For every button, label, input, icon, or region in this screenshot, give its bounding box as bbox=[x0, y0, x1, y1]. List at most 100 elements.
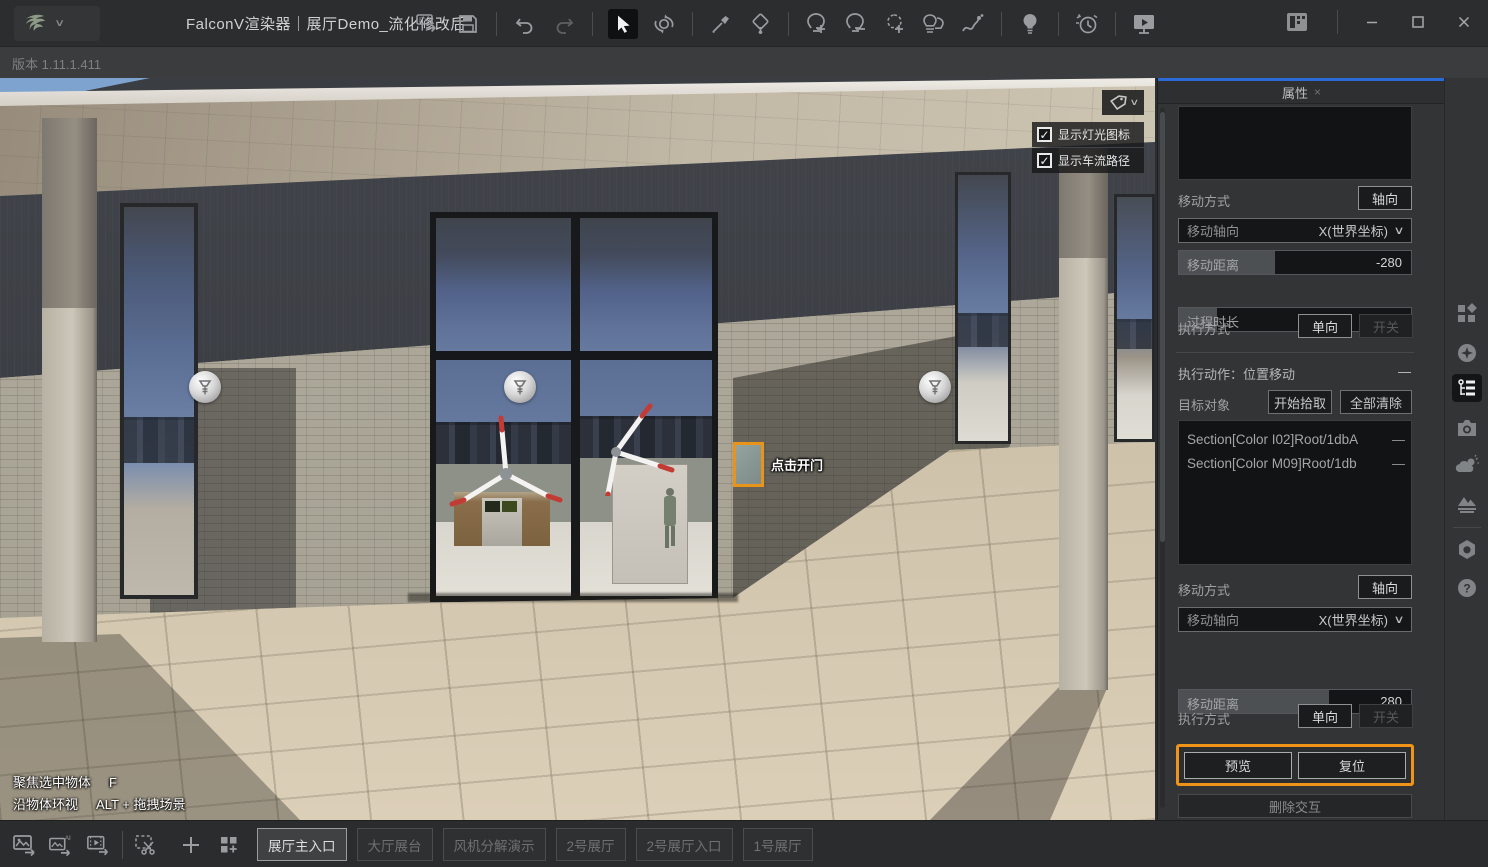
tag-options-button[interactable]: ∨ bbox=[1102, 90, 1144, 115]
light-billboard-icon[interactable] bbox=[504, 371, 536, 403]
scene-window-far-right bbox=[1114, 194, 1155, 442]
target-list-partial[interactable] bbox=[1178, 106, 1412, 180]
redo-icon[interactable] bbox=[551, 11, 577, 37]
checkbox-icon[interactable]: ✓ bbox=[1037, 153, 1052, 168]
view-button-turbine-demo[interactable]: 风机分解演示 bbox=[442, 828, 546, 861]
add-view-icon[interactable] bbox=[178, 832, 204, 858]
paint-icon[interactable] bbox=[747, 11, 773, 37]
remove-target-icon[interactable]: — bbox=[1392, 456, 1405, 471]
scene-person bbox=[662, 488, 678, 548]
terrain-icon[interactable] bbox=[1452, 490, 1482, 518]
version-bar: 版本 1.11.1.411 bbox=[0, 47, 1488, 78]
target-list[interactable]: Section[Color I02]Root/1dbA — Section[Co… bbox=[1178, 420, 1412, 565]
action-section-header: 执行动作：位置移动 bbox=[1178, 367, 1296, 382]
eyedropper-icon[interactable] bbox=[708, 11, 734, 37]
light-billboard-icon[interactable] bbox=[189, 371, 221, 403]
exec-oneway-button[interactable]: 单向 bbox=[1298, 704, 1352, 728]
scene-turbine-model-2 bbox=[605, 403, 675, 496]
exec-oneway-button[interactable]: 单向 bbox=[1298, 314, 1352, 338]
grid-add-icon[interactable] bbox=[216, 832, 242, 858]
preview-reset-group: 预览 复位 bbox=[1176, 744, 1414, 786]
exec-mode-label: 执行方式 bbox=[1178, 322, 1231, 337]
panel-scrollbar[interactable] bbox=[1160, 108, 1165, 808]
hierarchy-panel-icon[interactable] bbox=[1452, 374, 1482, 402]
checkbox-show-light-icons[interactable]: ✓ 显示灯光图标 bbox=[1032, 122, 1144, 147]
checkbox-show-traffic-paths[interactable]: ✓ 显示车流路径 bbox=[1032, 148, 1144, 173]
app-menu-button[interactable]: ∨ bbox=[14, 6, 100, 41]
clip-cut-icon[interactable] bbox=[133, 832, 159, 858]
help-icon[interactable]: ? bbox=[1452, 574, 1482, 602]
preview-button[interactable]: 预览 bbox=[1184, 751, 1292, 779]
path-icon[interactable] bbox=[960, 11, 986, 37]
logo-chevron-icon: ∨ bbox=[54, 18, 66, 29]
door-open-trigger[interactable] bbox=[733, 442, 764, 487]
weather-icon[interactable] bbox=[1452, 452, 1482, 480]
chevron-down-icon: ∨ bbox=[1393, 225, 1405, 237]
effects-sphere-icon[interactable] bbox=[1452, 339, 1482, 367]
close-button[interactable] bbox=[1450, 8, 1478, 36]
select-cursor-icon[interactable] bbox=[608, 9, 638, 39]
maximize-button[interactable] bbox=[1404, 8, 1432, 36]
remove-target-icon[interactable]: — bbox=[1392, 432, 1405, 447]
svg-text:EXE: EXE bbox=[419, 18, 433, 25]
minimize-button[interactable] bbox=[1358, 8, 1386, 36]
chevron-down-icon: ∨ bbox=[1129, 97, 1139, 107]
bottom-bar: AI 展厅主入口 大厅展台 风机分解演示 2号展厅 2号展厅入口 1号展厅 bbox=[0, 820, 1488, 867]
chevron-down-icon: ∨ bbox=[1393, 614, 1405, 626]
camera-icon[interactable] bbox=[1452, 414, 1482, 442]
target-list-item[interactable]: Section[Color M09]Root/1db — bbox=[1187, 451, 1405, 475]
clear-all-button[interactable]: 全部清除 bbox=[1340, 390, 1412, 414]
start-pick-button[interactable]: 开始拾取 bbox=[1268, 390, 1332, 414]
presentation-icon[interactable] bbox=[1131, 11, 1157, 37]
panel-title: 属性 bbox=[1281, 85, 1308, 101]
light-billboard-icon[interactable] bbox=[919, 371, 951, 403]
checkbox-icon[interactable]: ✓ bbox=[1037, 127, 1052, 142]
light-pick-icon[interactable] bbox=[882, 11, 908, 37]
door-sign-label: 点击开门 bbox=[771, 458, 824, 473]
settings-gear-icon[interactable] bbox=[1452, 536, 1482, 564]
tag-icon bbox=[1109, 94, 1127, 110]
orbit-icon[interactable] bbox=[651, 11, 677, 37]
collapse-section-icon[interactable]: — bbox=[1398, 364, 1411, 379]
undo-icon[interactable] bbox=[512, 11, 538, 37]
panel-header[interactable]: 属性 × bbox=[1158, 78, 1445, 104]
delete-interaction-button[interactable]: 删除交互 bbox=[1178, 794, 1412, 818]
move-mode-button[interactable]: 轴向 bbox=[1358, 575, 1412, 599]
scene-turbine-model bbox=[449, 415, 563, 507]
bulb-icon[interactable] bbox=[1017, 11, 1043, 37]
move-axis-select[interactable]: 移动轴向 X(世界坐标) ∨ bbox=[1178, 218, 1412, 243]
light-remove-icon[interactable] bbox=[843, 11, 869, 37]
properties-panel: 属性 × 移动方式 轴向 移动轴向 X(世界坐标) ∨ 移动距离 -280 过程… bbox=[1157, 78, 1445, 820]
light-group-icon[interactable] bbox=[921, 11, 947, 37]
right-tool-strip: ? bbox=[1444, 78, 1488, 820]
light-add-icon[interactable] bbox=[804, 11, 830, 37]
exec-toggle-button[interactable]: 开关 bbox=[1359, 314, 1413, 338]
exec-toggle-button[interactable]: 开关 bbox=[1359, 704, 1413, 728]
view-button-hall2-entrance[interactable]: 2号展厅入口 bbox=[635, 828, 733, 861]
checkbox-label: 显示车流路径 bbox=[1058, 154, 1131, 168]
target-list-item[interactable]: Section[Color I02]Root/1dbA — bbox=[1187, 427, 1405, 451]
panel-close-icon[interactable]: × bbox=[1314, 85, 1321, 99]
export-image-icon[interactable] bbox=[12, 832, 38, 858]
export-exe-icon[interactable]: EXE bbox=[416, 11, 442, 37]
scene-column-left bbox=[42, 118, 97, 642]
view-button-lobby-stand[interactable]: 大厅展台 bbox=[356, 828, 433, 861]
move-distance-input[interactable]: 移动距离 -280 bbox=[1178, 250, 1412, 275]
view-button-hall1[interactable]: 1号展厅 bbox=[742, 828, 813, 861]
save-icon[interactable] bbox=[455, 11, 481, 37]
move-axis-select[interactable]: 移动轴向 X(世界坐标) ∨ bbox=[1178, 607, 1412, 632]
export-ai-image-icon[interactable]: AI bbox=[48, 832, 74, 858]
assets-blocks-icon[interactable] bbox=[1452, 300, 1482, 328]
layout-grid-icon[interactable] bbox=[1283, 8, 1311, 36]
export-video-icon[interactable] bbox=[86, 832, 112, 858]
view-button-hall2[interactable]: 2号展厅 bbox=[555, 828, 626, 861]
scene-shadow bbox=[408, 593, 738, 602]
viewport-3d[interactable]: 点击开门 ∨ ✓ 显示灯光图标 ✓ 显示车流路径 聚焦选中物体 F 沿物体环视 AL… bbox=[0, 78, 1155, 820]
view-button-main-entrance[interactable]: 展厅主入口 bbox=[257, 828, 347, 861]
scene-glass-doors[interactable] bbox=[430, 212, 718, 602]
timer-icon[interactable] bbox=[1074, 11, 1100, 37]
move-mode-button[interactable]: 轴向 bbox=[1358, 186, 1412, 210]
view-bookmark-bar: 展厅主入口 大厅展台 风机分解演示 2号展厅 2号展厅入口 1号展厅 bbox=[257, 828, 813, 861]
falconv-logo-icon bbox=[22, 11, 48, 37]
reset-button[interactable]: 复位 bbox=[1298, 751, 1406, 779]
